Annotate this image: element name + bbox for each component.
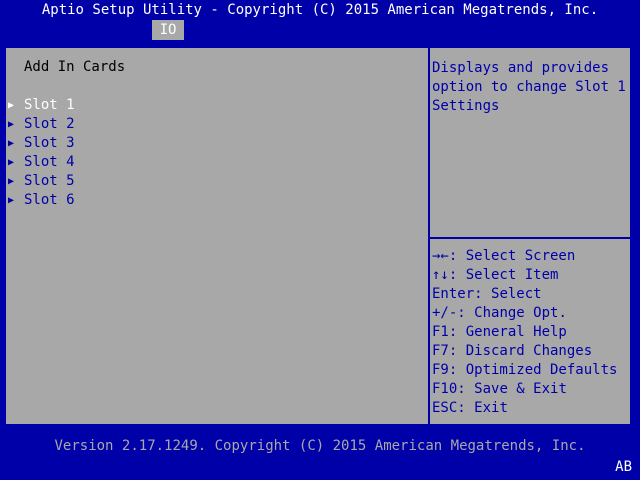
- arrows-left-right-icon: →←: [432, 248, 449, 264]
- key-desc: : Save & Exit: [457, 381, 567, 397]
- key-name: F10: [432, 381, 458, 397]
- key-desc: : Select Screen: [448, 248, 576, 264]
- key-desc: : Discard Changes: [448, 343, 593, 359]
- key-name: F1: [432, 324, 449, 340]
- key-legend: →←: Select Screen ↑↓: Select Item Enter:…: [432, 247, 628, 418]
- arrow-right-icon: ▶: [8, 119, 15, 130]
- menu-item-label: Slot 4: [24, 154, 75, 170]
- key-change-opt: +/-: Change Opt.: [432, 304, 628, 323]
- post-code: AB: [615, 459, 632, 475]
- arrow-right-icon: ▶: [8, 157, 15, 168]
- arrow-right-icon: ▶: [8, 176, 15, 187]
- menu-item-slot-3[interactable]: ▶ Slot 3: [6, 134, 426, 153]
- menu-item-label: Slot 2: [24, 116, 75, 132]
- menu-item-label: Slot 1: [24, 97, 75, 113]
- key-f9: F9: Optimized Defaults: [432, 361, 628, 380]
- vertical-divider: [428, 48, 430, 424]
- key-desc: : Exit: [457, 400, 508, 416]
- key-desc: : Select Item: [448, 267, 559, 283]
- key-desc: : General Help: [448, 324, 567, 340]
- page-heading: Add In Cards: [24, 59, 126, 75]
- key-name: Enter: [432, 286, 475, 302]
- menu-item-slot-1[interactable]: ▶ Slot 1: [6, 96, 426, 115]
- key-name: ESC: [432, 400, 458, 416]
- help-divider: [430, 237, 630, 239]
- version-footer: Version 2.17.1249. Copyright (C) 2015 Am…: [54, 438, 586, 454]
- arrows-up-down-icon: ↑↓: [432, 267, 449, 283]
- menu-item-slot-2[interactable]: ▶ Slot 2: [6, 115, 426, 134]
- window-title: Aptio Setup Utility - Copyright (C) 2015…: [41, 2, 599, 18]
- key-f10: F10: Save & Exit: [432, 380, 628, 399]
- key-enter: Enter: Select: [432, 285, 628, 304]
- key-desc: : Change Opt.: [457, 305, 567, 321]
- key-desc: : Select: [474, 286, 542, 302]
- menu-item-label: Slot 3: [24, 135, 75, 151]
- menu-item-slot-5[interactable]: ▶ Slot 5: [6, 172, 426, 191]
- key-f7: F7: Discard Changes: [432, 342, 628, 361]
- key-esc: ESC: Exit: [432, 399, 628, 418]
- key-select-item: ↑↓: Select Item: [432, 266, 628, 285]
- key-name: F7: [432, 343, 449, 359]
- key-f1: F1: General Help: [432, 323, 628, 342]
- tab-bar: IO: [0, 20, 640, 40]
- menu-item-slot-4[interactable]: ▶ Slot 4: [6, 153, 426, 172]
- key-desc: : Optimized Defaults: [448, 362, 618, 378]
- key-name: +/-: [432, 305, 458, 321]
- main-panel: Add In Cards ▶ Slot 1 ▶ Slot 2 ▶ Slot 3 …: [4, 46, 632, 426]
- menu-item-label: Slot 5: [24, 173, 75, 189]
- tab-io[interactable]: IO: [152, 20, 184, 40]
- arrow-right-icon: ▶: [8, 195, 15, 206]
- menu-item-slot-6[interactable]: ▶ Slot 6: [6, 191, 426, 210]
- menu-item-label: Slot 6: [24, 192, 75, 208]
- key-select-screen: →←: Select Screen: [432, 247, 628, 266]
- help-text: Displays and provides option to change S…: [432, 60, 635, 114]
- key-name: F9: [432, 362, 449, 378]
- arrow-right-icon: ▶: [8, 100, 15, 111]
- arrow-right-icon: ▶: [8, 138, 15, 149]
